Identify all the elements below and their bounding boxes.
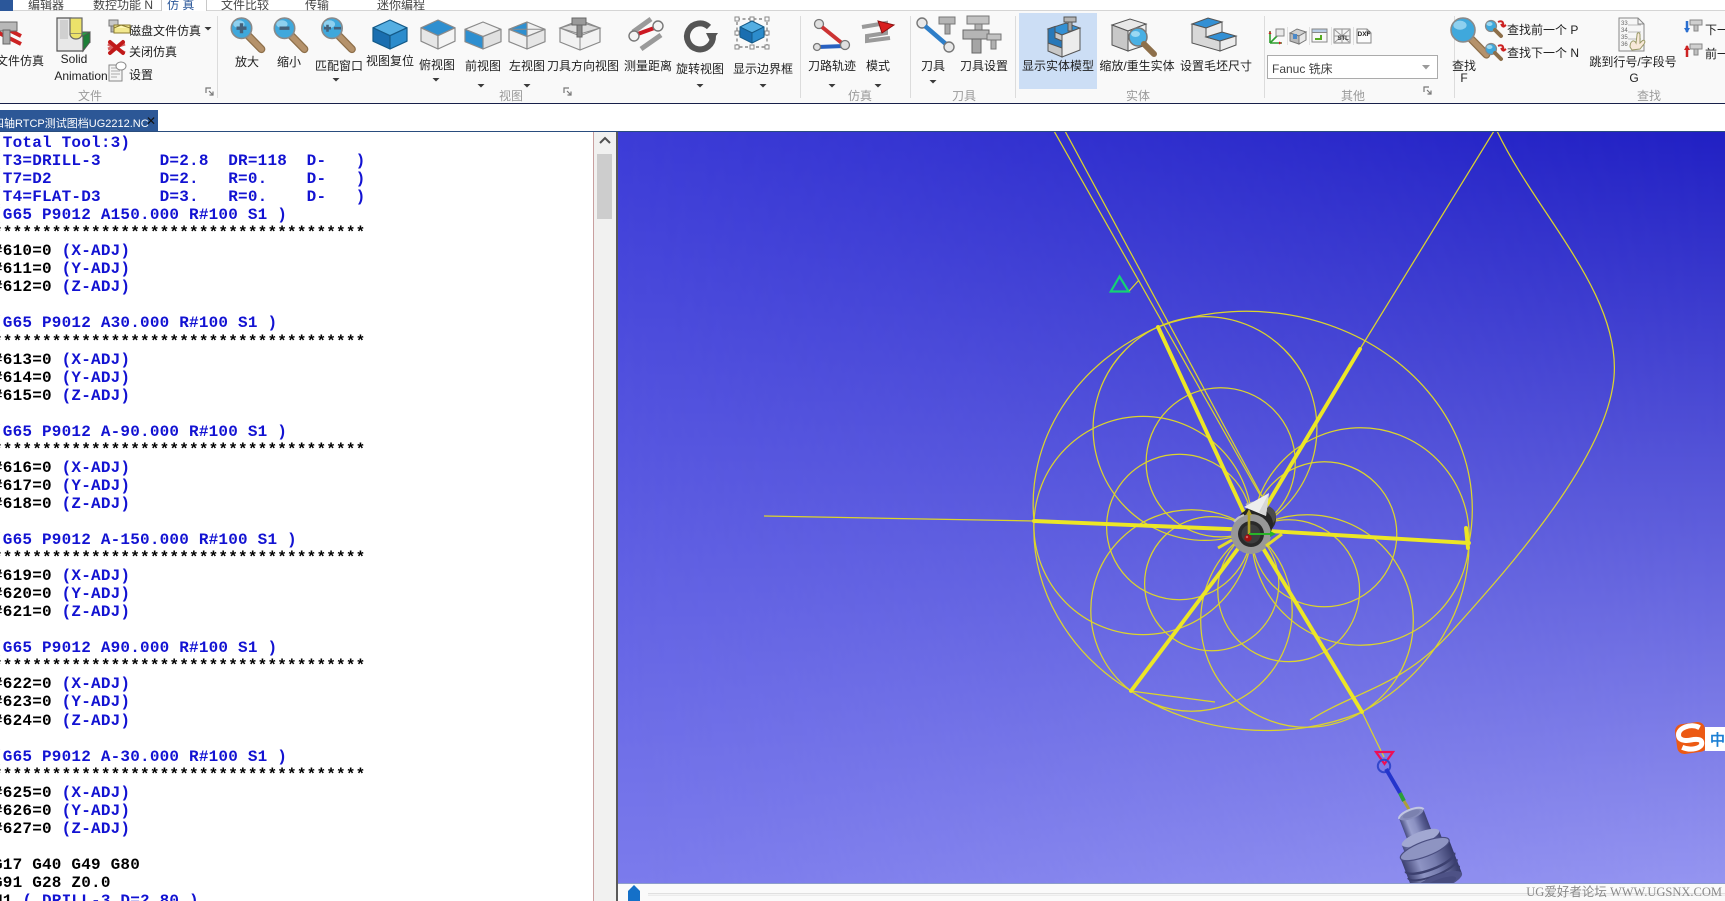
svg-text:DXF: DXF [1358, 31, 1371, 38]
svg-text:35: 35 [1621, 35, 1628, 41]
svg-text:STL: STL [1338, 36, 1350, 42]
svg-text:34: 34 [1621, 28, 1628, 34]
svg-text:36: 36 [1621, 42, 1628, 48]
svg-text:33: 33 [1621, 21, 1628, 27]
svg-text:中: 中 [1710, 731, 1725, 749]
